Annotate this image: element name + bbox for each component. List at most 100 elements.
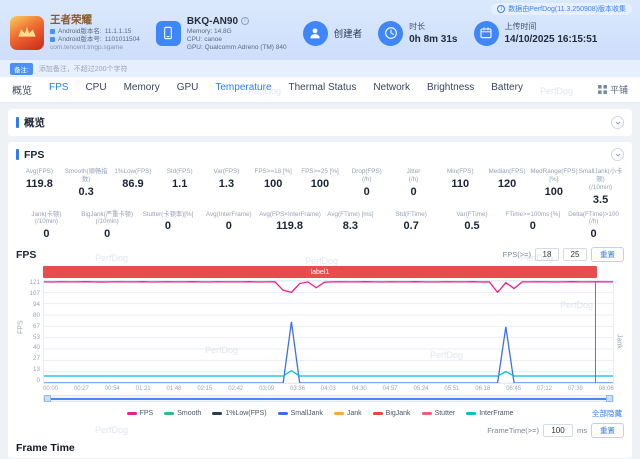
fps-threshold-input-2[interactable]: [563, 248, 587, 262]
device-memory: Memory: 14.8G: [186, 27, 232, 35]
legend-item-bigjank[interactable]: BigJank: [372, 410, 411, 417]
frametime-unit: ms: [577, 426, 587, 436]
x-tick: 06:18: [475, 386, 491, 393]
stat-label: FPS>=18 [%]: [254, 168, 292, 175]
stat-cell: Var(FTime) 0.5: [442, 211, 503, 241]
stat-value: 1.3: [218, 177, 235, 190]
tab-thermal-status[interactable]: Thermal Status: [289, 82, 357, 97]
stat-value: 119.8: [276, 220, 304, 233]
y-tick: 107: [29, 290, 40, 298]
stat-label: Std(FPS): [166, 168, 193, 175]
stat-label: Avg(FPS): [25, 168, 53, 175]
app-version-name: Android版本名: 11.1.1.15: [50, 28, 140, 35]
stat-value: 119.8: [25, 177, 53, 190]
tab-network[interactable]: Network: [373, 82, 410, 97]
stat-label: FPS>=25 [%]: [301, 168, 339, 175]
tab-fps[interactable]: FPS: [49, 82, 68, 97]
stat-value: 110: [451, 177, 470, 190]
y-tick: 13: [32, 366, 40, 374]
legend-marker: [212, 411, 223, 415]
collapse-fps-icon[interactable]: [611, 148, 624, 161]
x-tick: 04:30: [351, 386, 367, 393]
overview-section-header: 概览: [8, 109, 632, 136]
stat-value: 0.5: [464, 220, 480, 233]
stat-cell: Drop(FPS) (/h) 0: [343, 168, 390, 206]
version-code-label: Android版本号:: [58, 35, 102, 43]
stat-cell: FPS>=18 [%] 100: [250, 168, 297, 206]
android-icon: [50, 28, 55, 34]
stat-value: 0: [590, 228, 597, 241]
legend-item-stutter[interactable]: Stutter: [421, 410, 455, 417]
legend-marker: [466, 411, 477, 415]
legend-item-smooth[interactable]: Smooth: [164, 410, 201, 417]
stat-cell: MedRange(FPS)[%] 100: [530, 168, 577, 206]
y-tick: 40: [32, 344, 40, 352]
x-tick: 00:54: [104, 386, 120, 393]
stat-value: 1.1: [172, 177, 188, 190]
legend-item-fps[interactable]: FPS: [126, 410, 153, 417]
metric-tabs-bar: 概览 FPS CPU Memory GPU Temperature Thermal Stat…: [0, 77, 640, 103]
stat-label: Smooth(顺畅指数): [64, 168, 108, 183]
legend-item-smalljank[interactable]: SmallJank: [277, 410, 323, 417]
x-tick: 03:36: [290, 386, 306, 393]
frame-time-section-title: Frame Time: [16, 442, 75, 455]
x-tick: 00:27: [73, 386, 89, 393]
stat-label: BigJank(严重卡顿) (/10min): [81, 210, 134, 226]
x-tick: 07:39: [567, 386, 583, 393]
annotation-label-bar[interactable]: label1: [43, 266, 597, 279]
stat-label: Jitter (/h): [406, 168, 421, 183]
tab-gpu[interactable]: GPU: [177, 82, 199, 97]
tile-layout-button[interactable]: 平铺: [597, 83, 628, 96]
annotation-end-line: [594, 281, 596, 384]
remark-bar[interactable]: 备注: 添加备注，不超过200个字符: [0, 60, 640, 77]
x-tick: 01:21: [135, 386, 151, 393]
stat-value: 3.5: [592, 193, 609, 206]
device-cpu: CPU: canoe: [186, 35, 222, 43]
duration-info: 时长 0h 8m 31s: [378, 20, 458, 46]
hide-all-link[interactable]: 全部隐藏: [592, 408, 622, 419]
plot-area[interactable]: [43, 280, 614, 385]
legend-item-interframe[interactable]: InterFrame: [466, 410, 513, 417]
frametime-reset-button[interactable]: 重置: [591, 423, 624, 439]
version-name-value: 11.1.1.15: [104, 27, 132, 35]
fps-panel: FPS Avg(FPS) 119.8 Smooth(顺畅指数) 0.3 1%Low(FP…: [8, 142, 632, 459]
stat-cell: Avg(FPS) 119.8: [16, 168, 63, 206]
creator-info: 创建者: [302, 20, 362, 46]
scroll-handle-left[interactable]: [44, 395, 51, 403]
fps-chart: FPS 121 107 94 80 67 53 40 27 13 0 label1 00:00 00…: [16, 266, 624, 403]
scroll-handle-right[interactable]: [606, 395, 613, 403]
fps-reset-button[interactable]: 重置: [591, 247, 624, 263]
stat-cell: Delta(FTime)>100 (/h) 0: [563, 211, 624, 241]
chart-scrollbar[interactable]: [43, 395, 614, 403]
upload-label: 上传时间: [504, 22, 537, 31]
stat-label: Avg(FPS×InterFrame): [259, 210, 321, 218]
x-tick: 01:48: [166, 386, 182, 393]
tab-temperature[interactable]: Temperature: [215, 82, 271, 97]
tab-概览[interactable]: 概览: [12, 82, 32, 97]
fps-chart-header: FPS FPS(>=) 重置: [16, 247, 624, 263]
tab-cpu[interactable]: CPU: [85, 82, 106, 97]
fps-chart-title: FPS: [16, 248, 37, 261]
tab-memory[interactable]: Memory: [124, 82, 160, 97]
collapse-overview-icon[interactable]: [611, 116, 624, 129]
clock-icon: [378, 20, 404, 46]
stat-value: 0: [225, 220, 232, 233]
tab-brightness[interactable]: Brightness: [427, 82, 474, 97]
stat-cell: Avg(InterFrame) 0: [198, 211, 259, 241]
version-name-label: Android版本名:: [58, 27, 102, 35]
calendar-icon: [473, 20, 499, 46]
legend-item-jank[interactable]: Jank: [333, 410, 362, 417]
duration-value: 0h 8m 31s: [409, 34, 458, 45]
device-info: BKQ-AN90 i Memory: 14.8G CPU: canoe GPU:…: [155, 16, 287, 51]
tab-battery[interactable]: Battery: [491, 82, 523, 97]
stat-value: 0: [529, 220, 536, 233]
info-icon[interactable]: i: [241, 17, 250, 25]
stat-label: FTime>=100ms [%]: [505, 210, 561, 218]
stat-label: Drop(FPS) (/h): [351, 168, 382, 183]
frametime-input[interactable]: [543, 424, 573, 438]
legend-item-1-low-fps-[interactable]: 1%Low(FPS): [212, 410, 267, 417]
report-header: 王者荣耀 Android版本名: 11.1.1.15 Android版本号: 1…: [0, 0, 640, 60]
stat-value: 0.7: [403, 220, 419, 233]
fps-threshold-input-1[interactable]: [535, 248, 559, 262]
stat-label: Var(FPS): [213, 168, 240, 175]
